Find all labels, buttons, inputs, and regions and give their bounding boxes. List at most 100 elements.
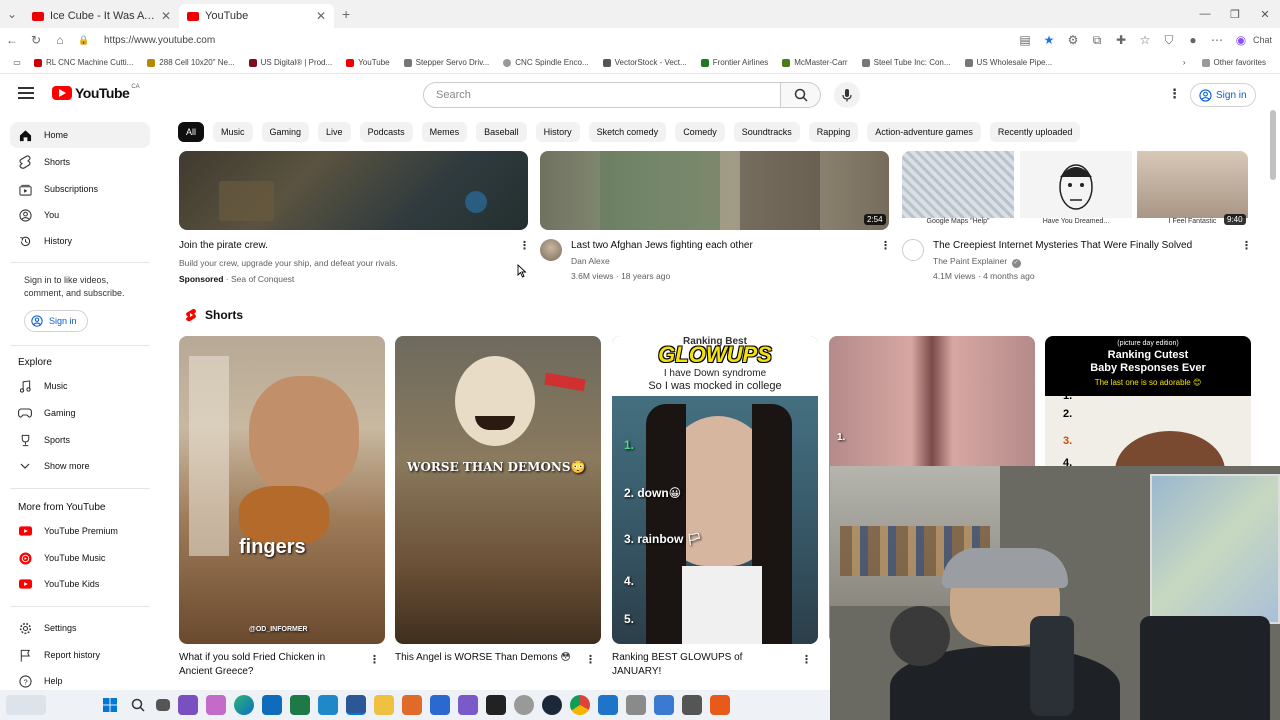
video-thumbnail[interactable] bbox=[179, 151, 528, 230]
channel-name[interactable]: Dan Alexe bbox=[571, 255, 610, 267]
chat-label[interactable]: Chat bbox=[1253, 35, 1272, 45]
read-aloud-icon[interactable]: ▤ bbox=[1013, 33, 1037, 47]
sidebar-item-gaming[interactable]: Gaming bbox=[10, 400, 150, 426]
chip-podcasts[interactable]: Podcasts bbox=[359, 122, 413, 142]
chrome-icon[interactable] bbox=[570, 695, 590, 715]
app-icon[interactable] bbox=[514, 695, 534, 715]
chip-memes[interactable]: Memes bbox=[421, 122, 468, 142]
search-input[interactable]: Search bbox=[423, 82, 781, 108]
app-icon[interactable] bbox=[318, 695, 338, 715]
chip-comedy[interactable]: Comedy bbox=[675, 122, 725, 142]
sidebar-item-youtube-kids[interactable]: YouTube Kids bbox=[10, 571, 150, 597]
task-view-icon[interactable] bbox=[156, 699, 170, 711]
more-actions-icon[interactable]: ⋮ bbox=[585, 653, 596, 666]
chip-sketch-comedy[interactable]: Sketch comedy bbox=[588, 122, 667, 142]
channel-avatar[interactable] bbox=[540, 239, 562, 261]
app-icon[interactable] bbox=[598, 695, 618, 715]
app-icon[interactable] bbox=[626, 695, 646, 715]
sidebar-item-settings[interactable]: Settings bbox=[10, 615, 150, 641]
bookmark-item[interactable]: VectorStock - Vect... bbox=[602, 58, 687, 67]
settings-dots-icon[interactable]: ⋮ bbox=[1168, 86, 1181, 102]
video-title[interactable]: The Creepiest Internet Mysteries That We… bbox=[933, 239, 1233, 253]
app-icon[interactable] bbox=[710, 695, 730, 715]
shield-icon[interactable]: ⛉ bbox=[1157, 33, 1181, 48]
video-thumbnail[interactable]: Google Maps "Help" Have You Dreamed... I… bbox=[902, 151, 1248, 230]
more-actions-icon[interactable]: ⋮ bbox=[519, 239, 530, 252]
other-favorites-folder[interactable]: Other favorites bbox=[1201, 58, 1266, 67]
chip-history[interactable]: History bbox=[535, 122, 580, 142]
sidebar-item-you[interactable]: You bbox=[10, 202, 150, 228]
bookmarks-menu-icon[interactable]: ▭ bbox=[0, 58, 34, 67]
close-tab-icon[interactable]: ✕ bbox=[316, 9, 326, 23]
chip-soundtracks[interactable]: Soundtracks bbox=[733, 122, 800, 142]
bookmark-item[interactable]: Steel Tube Inc: Con... bbox=[861, 58, 951, 67]
sidebar-item-subscriptions[interactable]: Subscriptions bbox=[10, 176, 150, 202]
edge-browser-icon[interactable] bbox=[234, 695, 254, 715]
hamburger-menu-icon[interactable] bbox=[18, 87, 34, 99]
short-thumbnail[interactable]: Ranking Best GLOWUPS I have Down syndrom… bbox=[612, 336, 818, 644]
video-title[interactable]: Join the pirate crew. bbox=[179, 239, 509, 253]
sidebar-item-youtube-premium[interactable]: YouTube Premium bbox=[10, 518, 150, 544]
outlook-icon[interactable] bbox=[262, 695, 282, 715]
sidebar-item-sports[interactable]: Sports bbox=[10, 427, 150, 453]
widgets-icon[interactable] bbox=[6, 695, 46, 715]
bookmark-item[interactable]: YouTube bbox=[346, 58, 390, 67]
copilot-icon[interactable]: ◉ bbox=[1229, 33, 1253, 47]
search-taskbar-icon[interactable] bbox=[128, 695, 148, 715]
sidebar-item-music[interactable]: Music bbox=[10, 373, 150, 399]
file-explorer-icon[interactable] bbox=[374, 695, 394, 715]
bookmark-item[interactable]: Stepper Servo Driv... bbox=[403, 58, 489, 67]
app-icon[interactable] bbox=[402, 695, 422, 715]
sidebar-item-shorts[interactable]: Shorts bbox=[10, 149, 150, 175]
maximize-icon[interactable]: ❐ bbox=[1220, 8, 1250, 21]
profile-icon[interactable]: ● bbox=[1181, 33, 1205, 47]
bookmark-item[interactable]: McMaster-Carr bbox=[782, 58, 848, 67]
short-title[interactable]: Ranking BEST GLOWUPS of JANUARY! bbox=[612, 651, 792, 679]
more-actions-icon[interactable]: ⋮ bbox=[801, 653, 812, 666]
puzzle-icon[interactable]: ✚ bbox=[1109, 33, 1133, 47]
sidebar-item-show-more[interactable]: Show more bbox=[10, 453, 150, 479]
url-field[interactable]: https://www.youtube.com bbox=[104, 35, 215, 46]
more-actions-icon[interactable]: ⋮ bbox=[1241, 239, 1252, 252]
browser-tab-2[interactable]: YouTube ✕ bbox=[179, 4, 334, 28]
chip-music[interactable]: Music bbox=[213, 122, 253, 142]
steam-icon[interactable] bbox=[542, 695, 562, 715]
more-actions-icon[interactable]: ⋮ bbox=[369, 653, 380, 666]
app-icon[interactable] bbox=[206, 695, 226, 715]
youtube-logo[interactable]: YouTube CA bbox=[52, 84, 140, 101]
page-scrollbar[interactable] bbox=[1270, 110, 1276, 180]
channel-avatar[interactable] bbox=[902, 239, 924, 261]
short-thumbnail[interactable]: fingers @OD_INFORMER bbox=[179, 336, 385, 644]
favorites-icon[interactable]: ☆ bbox=[1133, 33, 1157, 47]
channel-name[interactable]: Sea of Conquest bbox=[231, 274, 294, 284]
app-icon[interactable] bbox=[430, 695, 450, 715]
chip-gaming[interactable]: Gaming bbox=[261, 122, 310, 142]
short-title[interactable]: This Angel is WORSE Than Demons 😳 bbox=[395, 651, 575, 665]
back-icon[interactable]: ← bbox=[0, 33, 24, 47]
short-title[interactable]: What if you sold Fried Chicken in Ancien… bbox=[179, 651, 359, 679]
bookmark-item[interactable]: RL CNC Machine Cutti... bbox=[34, 58, 133, 67]
video-thumbnail[interactable] bbox=[540, 151, 889, 230]
split-screen-icon[interactable]: ⧉ bbox=[1085, 33, 1109, 48]
visual-studio-icon[interactable] bbox=[178, 695, 198, 715]
home-button-icon[interactable]: ⌂ bbox=[48, 33, 72, 47]
refresh-icon[interactable]: ↻ bbox=[24, 33, 48, 47]
close-window-icon[interactable]: ✕ bbox=[1250, 8, 1280, 21]
sidebar-item-report-history[interactable]: Report history bbox=[10, 642, 150, 668]
minimize-icon[interactable]: — bbox=[1190, 8, 1220, 20]
sidebar-item-home[interactable]: Home bbox=[10, 122, 150, 148]
short-thumbnail[interactable]: WORSE THAN DEMONS😳 bbox=[395, 336, 601, 644]
favorite-star-icon[interactable]: ★ bbox=[1037, 33, 1061, 47]
bookmark-item[interactable]: US Wholesale Pipe... bbox=[964, 58, 1052, 67]
start-button-icon[interactable] bbox=[100, 695, 120, 715]
chip-rapping[interactable]: Rapping bbox=[808, 122, 859, 142]
excel-icon[interactable] bbox=[290, 695, 310, 715]
video-title[interactable]: Last two Afghan Jews fighting each other bbox=[571, 239, 871, 253]
channel-name[interactable]: The Paint Explainer bbox=[933, 256, 1007, 266]
sidebar-item-history[interactable]: History bbox=[10, 228, 150, 254]
chip-recently-uploaded[interactable]: Recently uploaded bbox=[989, 122, 1081, 142]
voice-search-button[interactable] bbox=[834, 82, 860, 108]
chip-baseball[interactable]: Baseball bbox=[476, 122, 527, 142]
active-app-icon[interactable] bbox=[346, 695, 366, 715]
sidebar-sign-in-button[interactable]: Sign in bbox=[24, 310, 88, 332]
